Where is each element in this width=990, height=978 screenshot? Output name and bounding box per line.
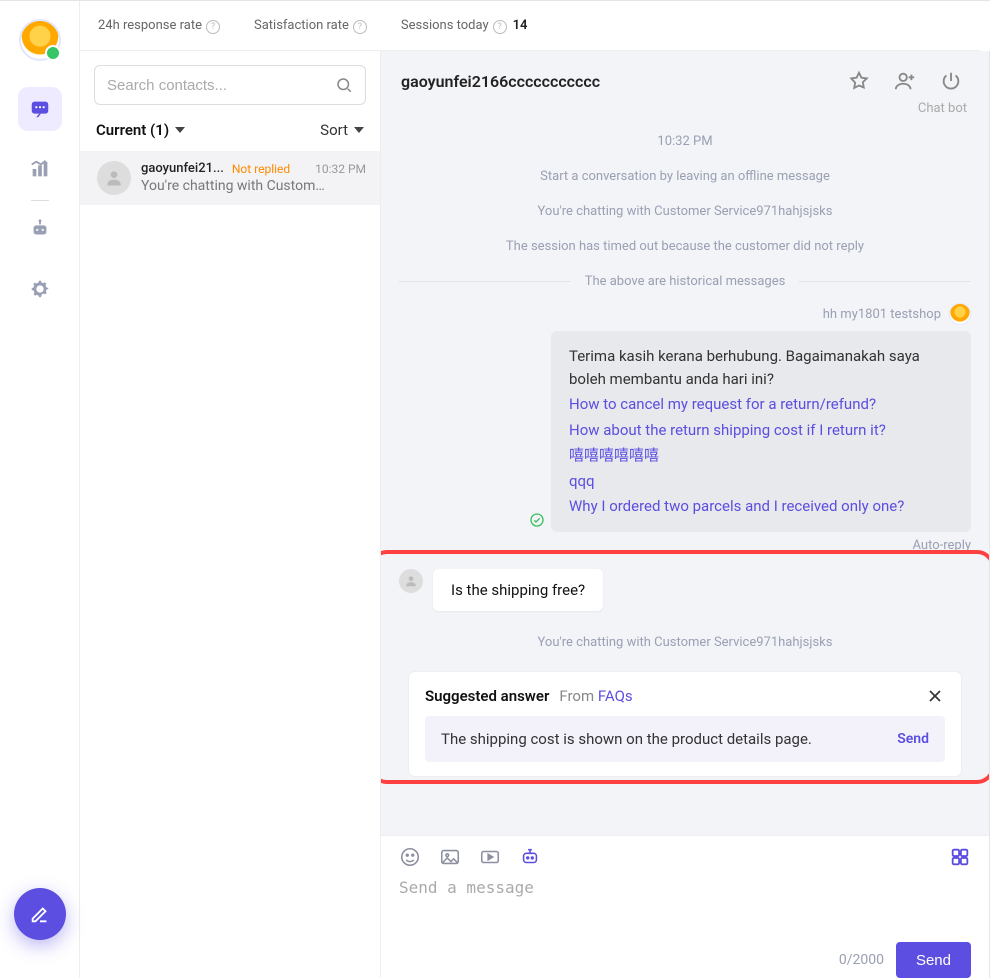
faq-link[interactable]: 嘻嘻嘻嘻嘻嘻 [569,444,953,467]
send-button[interactable]: Send [896,942,971,978]
system-msg: The session has timed out because the cu… [399,239,971,254]
nav-analytics[interactable] [18,147,62,191]
conversation-list-panel: Current (1) Sort gaoyunfei21... Not repl… [80,51,380,978]
history-separator: The above are historical messages [585,274,786,289]
suggested-title: Suggested answer [425,687,549,705]
power-button[interactable] [933,63,969,99]
sort-menu[interactable]: Sort [320,121,364,139]
faq-link[interactable]: How about the return shipping cost if I … [569,419,953,442]
system-msg: Start a conversation by leaving an offli… [399,169,971,184]
faq-source-link[interactable]: FAQs [598,687,633,705]
contact-avatar [97,161,131,195]
side-rail [0,1,80,978]
help-icon[interactable]: ? [353,20,367,34]
faq-link[interactable]: qqq [569,470,953,493]
stat-sessions: Sessions today [401,18,489,33]
faq-link[interactable]: Why I ordered two parcels and I received… [569,495,953,518]
char-counter: 0/2000 [839,952,884,968]
system-msg: You're chatting with Customer Service971… [399,635,971,650]
bot-button[interactable] [519,846,541,868]
chat-title: gaoyunfei2166ccccccccccc [401,72,600,91]
stat-response-rate: 24h response rate [98,18,202,33]
contact-name: gaoyunfei21... [141,161,224,176]
grid-icon [949,846,971,868]
close-icon[interactable] [925,686,945,706]
stat-satisfaction: Satisfaction rate [254,18,349,33]
help-icon[interactable]: ? [206,20,220,34]
compose-fab[interactable] [14,888,66,940]
sessions-count: 14 [513,18,528,33]
conversation-preview: You're chatting with Custom… [141,178,366,194]
chatbot-label: Chat bot [381,101,989,116]
nav-chat[interactable] [18,87,62,131]
robot-icon [29,218,51,240]
delivered-icon [529,512,545,528]
message-input[interactable] [399,878,971,936]
assign-button[interactable] [887,63,923,99]
star-icon [848,70,870,92]
image-button[interactable] [439,846,461,868]
search-input[interactable] [107,77,335,94]
customer-avatar [399,569,423,593]
analytics-icon [29,158,51,180]
gear-icon [29,278,51,300]
suggested-text: The shipping cost is shown on the produc… [441,730,885,748]
video-button[interactable] [479,846,501,868]
image-icon [439,846,461,868]
customer-message: Is the shipping free? [433,569,603,611]
current-filter[interactable]: Current (1) [96,121,185,139]
sender-name: hh my1801 testshop [823,307,941,322]
chat-panel: gaoyunfei2166ccccccccccc Chat bot 10:32 … [380,51,990,978]
auto-reply-bubble: Terima kasih kerana berhubung. Bagaimana… [551,331,971,532]
favorite-button[interactable] [841,63,877,99]
help-icon[interactable]: ? [493,20,507,34]
suggested-send-button[interactable]: Send [897,731,929,747]
emoji-icon [399,846,421,868]
suggested-answer-card: Suggested answer From FAQs The shipping … [409,672,961,776]
sender-avatar [949,303,971,325]
robot-icon [519,846,541,868]
avatar[interactable] [19,19,61,61]
composer: 0/2000 Send [381,835,989,978]
chevron-down-icon [354,127,364,133]
search-contacts[interactable] [94,65,366,105]
conversation-item[interactable]: gaoyunfei21... Not replied 10:32 PM You'… [80,151,380,205]
power-icon [940,70,962,92]
conversation-time: 10:32 PM [315,162,366,176]
faq-link[interactable]: How to cancel my request for a return/re… [569,393,953,416]
chat-timestamp: 10:32 PM [399,134,971,149]
nav-bot[interactable] [18,207,62,251]
apps-button[interactable] [949,846,971,868]
not-replied-tag: Not replied [232,162,290,176]
nav-settings[interactable] [18,267,62,311]
system-msg: You're chatting with Customer Service971… [399,204,971,219]
chevron-down-icon [175,127,185,133]
compose-icon [29,903,51,925]
auto-reply-label: Auto-reply [913,538,972,553]
top-stats: 24h response rate? Satisfaction rate? Se… [80,1,980,51]
chat-icon [29,98,51,120]
user-plus-icon [894,70,916,92]
emoji-button[interactable] [399,846,421,868]
search-icon [335,76,353,94]
video-icon [479,846,501,868]
